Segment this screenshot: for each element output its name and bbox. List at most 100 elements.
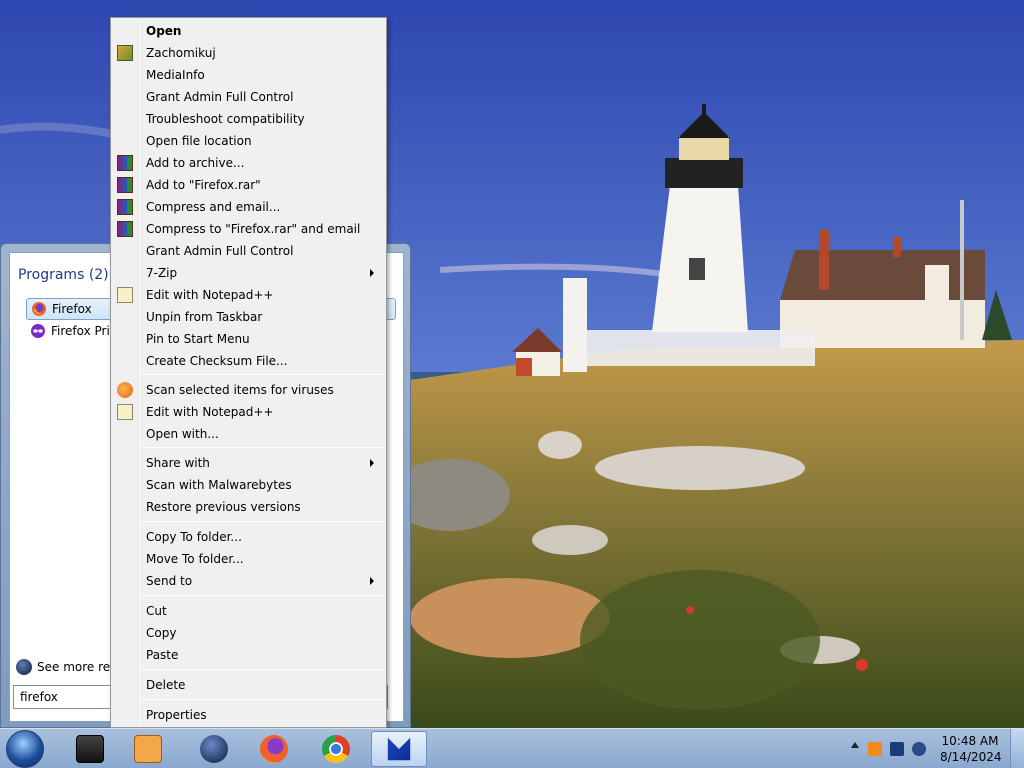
menu-item-pin-to-start-menu[interactable]: Pin to Start Menu: [113, 328, 384, 350]
menu-item-label: Edit with Notepad++: [146, 405, 274, 419]
winrar-icon: [117, 155, 133, 171]
malwarebytes-icon: [387, 737, 411, 761]
menu-item-copy[interactable]: Copy: [113, 622, 384, 644]
see-more-results-link[interactable]: See more resu: [16, 659, 124, 675]
terminal-icon: [76, 735, 104, 763]
winrar-icon: [117, 221, 133, 237]
antivirus-scan-icon: [117, 382, 133, 398]
firefox-private-icon: [30, 323, 46, 339]
menu-item-add-to-firefox-rar[interactable]: Add to "Firefox.rar": [113, 174, 384, 196]
volume-tray-icon[interactable]: [912, 742, 926, 756]
menu-item-paste[interactable]: Paste: [113, 644, 384, 666]
menu-separator: [141, 595, 384, 596]
menu-item-send-to[interactable]: Send to: [113, 570, 384, 592]
firefox-icon: [260, 735, 288, 763]
menu-item-cut[interactable]: Cut: [113, 600, 384, 622]
menu-item-grant-admin-full-control[interactable]: Grant Admin Full Control: [113, 86, 384, 108]
menu-item-scan-with-malwarebytes[interactable]: Scan with Malwarebytes: [113, 474, 384, 496]
menu-item-label: Scan selected items for viruses: [146, 383, 334, 397]
menu-item-unpin-from-taskbar[interactable]: Unpin from Taskbar: [113, 306, 384, 328]
menu-separator: [141, 669, 384, 670]
taskbar-app-globe[interactable]: [186, 731, 242, 767]
menu-item-label: Add to archive...: [146, 156, 245, 170]
menu-item-label: Open file location: [146, 134, 252, 148]
menu-item-compress-and-email[interactable]: Compress and email...: [113, 196, 384, 218]
clock-time: 10:48 AM: [941, 734, 999, 748]
program-item-label: Firefox Pri: [51, 324, 110, 338]
globe-icon: [200, 735, 228, 763]
network-tray-icon[interactable]: [890, 742, 904, 756]
menu-item-create-checksum-file[interactable]: Create Checksum File...: [113, 350, 384, 372]
menu-item-label: Pin to Start Menu: [146, 332, 250, 346]
menu-item-open[interactable]: Open: [113, 20, 384, 42]
menu-item-label: 7-Zip: [146, 266, 178, 280]
taskbar: 10:48 AM 8/14/2024: [0, 728, 1024, 768]
menu-item-label: Add to "Firefox.rar": [146, 178, 261, 192]
menu-item-delete[interactable]: Delete: [113, 674, 384, 696]
menu-item-label: Edit with Notepad++: [146, 288, 274, 302]
programs-header: Programs (2): [18, 267, 109, 283]
menu-item-label: Copy To folder...: [146, 530, 242, 544]
menu-separator: [141, 374, 384, 375]
menu-item-label: Restore previous versions: [146, 500, 301, 514]
menu-item-label: Copy: [146, 626, 177, 640]
menu-item-move-to-folder[interactable]: Move To folder...: [113, 548, 384, 570]
menu-separator: [141, 699, 384, 700]
menu-item-label: Compress to "Firefox.rar" and email: [146, 222, 361, 236]
show-hidden-icons-icon[interactable]: [851, 742, 859, 748]
menu-item-label: Open with...: [146, 427, 219, 441]
system-clock[interactable]: 10:48 AM 8/14/2024: [940, 733, 1002, 765]
menu-item-add-to-archive[interactable]: Add to archive...: [113, 152, 384, 174]
menu-separator: [141, 447, 384, 448]
menu-item-label: Grant Admin Full Control: [146, 244, 294, 258]
menu-item-label: Grant Admin Full Control: [146, 90, 294, 104]
menu-item-label: Zachomikuj: [146, 46, 216, 60]
program-item-label: Firefox: [52, 302, 92, 316]
menu-item-label: Delete: [146, 678, 186, 692]
submenu-arrow-icon: [370, 269, 374, 277]
menu-item-edit-with-notepad[interactable]: Edit with Notepad++: [113, 284, 384, 306]
submenu-arrow-icon: [370, 459, 374, 467]
menu-item-share-with[interactable]: Share with: [113, 452, 384, 474]
menu-item-label: Share with: [146, 456, 210, 470]
menu-item-label: Send to: [146, 574, 193, 588]
winrar-icon: [117, 177, 133, 193]
notepadpp-icon: [117, 404, 133, 420]
menu-item-compress-to-firefox-rar-and-email[interactable]: Compress to "Firefox.rar" and email: [113, 218, 384, 240]
menu-item-label: Compress and email...: [146, 200, 281, 214]
menu-item-scan-selected-items-for-viruses[interactable]: Scan selected items for viruses: [113, 379, 384, 401]
menu-item-troubleshoot-compatibility[interactable]: Troubleshoot compatibility: [113, 108, 384, 130]
menu-item-label: Scan with Malwarebytes: [146, 478, 292, 492]
menu-item-label: MediaInfo: [146, 68, 205, 82]
menu-item-copy-to-folder[interactable]: Copy To folder...: [113, 526, 384, 548]
taskbar-app-media-player[interactable]: [120, 731, 176, 767]
chrome-icon: [322, 735, 350, 763]
menu-item-open-with[interactable]: Open with...: [113, 423, 384, 445]
clock-date: 8/14/2024: [940, 750, 1002, 764]
menu-item-label: Troubleshoot compatibility: [146, 112, 305, 126]
search-results-icon: [16, 659, 32, 675]
taskbar-app-malwarebytes[interactable]: [371, 731, 427, 767]
menu-item-zachomikuj[interactable]: Zachomikuj: [113, 42, 384, 64]
taskbar-app-chrome[interactable]: [308, 731, 364, 767]
menu-item-label: Cut: [146, 604, 167, 618]
winrar-icon: [117, 199, 133, 215]
menu-separator: [141, 521, 384, 522]
start-button[interactable]: [6, 730, 44, 768]
taskbar-app-firefox[interactable]: [246, 731, 302, 767]
taskbar-app-terminal[interactable]: [62, 731, 118, 767]
notepadpp-icon: [117, 287, 133, 303]
menu-item-grant-admin-full-control[interactable]: Grant Admin Full Control: [113, 240, 384, 262]
media-player-icon: [134, 735, 162, 763]
menu-item-open-file-location[interactable]: Open file location: [113, 130, 384, 152]
menu-item-restore-previous-versions[interactable]: Restore previous versions: [113, 496, 384, 518]
menu-item-label: Move To folder...: [146, 552, 244, 566]
menu-item-label: Paste: [146, 648, 179, 662]
firefox-icon: [31, 301, 47, 317]
show-desktop-button[interactable]: [1010, 729, 1024, 768]
menu-item-properties[interactable]: Properties: [113, 704, 384, 726]
menu-item-7-zip[interactable]: 7-Zip: [113, 262, 384, 284]
menu-item-mediainfo[interactable]: MediaInfo: [113, 64, 384, 86]
menu-item-edit-with-notepad[interactable]: Edit with Notepad++: [113, 401, 384, 423]
rss-tray-icon[interactable]: [868, 742, 882, 756]
